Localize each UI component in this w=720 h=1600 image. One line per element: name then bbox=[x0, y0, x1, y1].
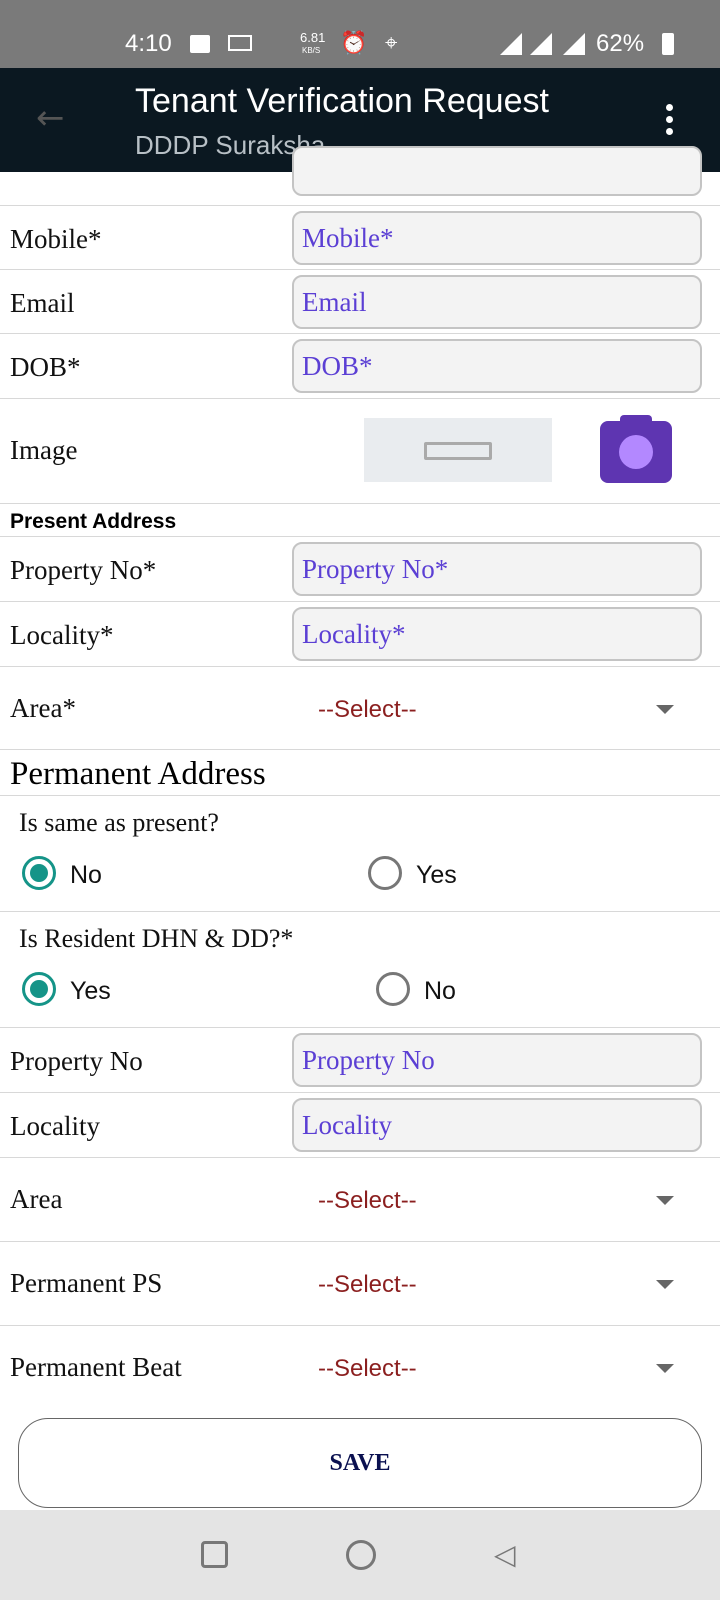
overflow-menu-icon[interactable] bbox=[666, 104, 674, 140]
permanent-property-label: Property No bbox=[10, 1046, 143, 1076]
save-button[interactable]: SAVE bbox=[18, 1418, 702, 1508]
permanent-ps-select[interactable]: --Select-- bbox=[318, 1271, 417, 1299]
same-as-present-question: Is same as present? bbox=[19, 808, 219, 837]
permanent-beat-row[interactable]: Permanent Beat --Select-- bbox=[0, 1326, 720, 1410]
location-icon: ⌖ bbox=[385, 30, 398, 55]
home-icon[interactable] bbox=[346, 1540, 376, 1570]
image-row: Image bbox=[0, 399, 720, 504]
net-speed-unit: KB/S bbox=[302, 46, 321, 55]
signal-icon bbox=[530, 33, 552, 55]
permanent-area-select[interactable]: --Select-- bbox=[318, 1187, 417, 1215]
email-label: Email bbox=[10, 288, 75, 318]
image-label: Image bbox=[10, 435, 78, 465]
radio-same-yes-label[interactable]: Yes bbox=[416, 861, 457, 890]
dropdown-caret-icon bbox=[656, 1364, 674, 1373]
mobile-label: Mobile* bbox=[10, 224, 102, 254]
radio-resident-no[interactable] bbox=[376, 972, 410, 1006]
dropdown-caret-icon bbox=[656, 1196, 674, 1205]
image-placeholder-icon bbox=[424, 442, 492, 460]
dropdown-caret-icon bbox=[656, 1280, 674, 1289]
present-area-select[interactable]: --Select-- bbox=[318, 696, 417, 724]
present-property-row: Property No* Property No* bbox=[0, 537, 720, 602]
present-property-label: Property No* bbox=[10, 555, 157, 585]
present-property-input[interactable]: Property No* bbox=[292, 542, 702, 596]
laptop-icon bbox=[228, 35, 252, 51]
permanent-area-row[interactable]: Area --Select-- bbox=[0, 1158, 720, 1242]
present-locality-input[interactable]: Locality* bbox=[292, 607, 702, 661]
permanent-locality-label: Locality bbox=[10, 1111, 100, 1141]
back-arrow-icon[interactable]: ← bbox=[36, 98, 65, 138]
clock: 4:10 bbox=[125, 30, 172, 57]
recents-icon[interactable] bbox=[201, 1541, 228, 1568]
image-preview bbox=[364, 418, 552, 482]
email-row: Email Email bbox=[0, 270, 720, 334]
permanent-property-input[interactable]: Property No bbox=[292, 1033, 702, 1087]
back-icon[interactable]: ◁ bbox=[494, 1538, 516, 1571]
permanent-property-row: Property No Property No bbox=[0, 1028, 720, 1093]
partial-input[interactable] bbox=[292, 146, 702, 196]
radio-resident-yes[interactable] bbox=[22, 972, 56, 1006]
battery-icon bbox=[662, 33, 674, 55]
radio-same-yes[interactable] bbox=[368, 856, 402, 890]
signal-icon-2 bbox=[563, 33, 585, 55]
battery-percent: 62% bbox=[596, 30, 645, 57]
same-as-present-group: Is same as present? No Yes bbox=[0, 796, 720, 912]
mobile-input[interactable]: Mobile* bbox=[292, 211, 702, 265]
permanent-beat-select[interactable]: --Select-- bbox=[318, 1355, 417, 1383]
mobile-row: Mobile* Mobile* bbox=[0, 206, 720, 270]
system-nav-bar: ◁ bbox=[0, 1510, 720, 1600]
permanent-address-heading: Permanent Address bbox=[10, 756, 266, 792]
radio-same-no[interactable] bbox=[22, 856, 56, 890]
permanent-ps-label: Permanent PS bbox=[10, 1268, 163, 1298]
dob-row: DOB* DOB* bbox=[0, 334, 720, 399]
permanent-area-label: Area bbox=[10, 1184, 63, 1214]
wifi-icon bbox=[500, 33, 522, 55]
status-bar: 4:10 6.81 KB/S ⏰ ⌖ 62% bbox=[0, 0, 720, 68]
page-title: Tenant Verification Request bbox=[135, 82, 549, 120]
radio-same-no-label[interactable]: No bbox=[70, 861, 102, 890]
present-area-row[interactable]: Area* --Select-- bbox=[0, 667, 720, 750]
permanent-beat-label: Permanent Beat bbox=[10, 1352, 182, 1382]
gallery-icon bbox=[190, 35, 210, 53]
permanent-ps-row[interactable]: Permanent PS --Select-- bbox=[0, 1242, 720, 1326]
net-speed: 6.81 bbox=[300, 30, 326, 45]
permanent-locality-row: Locality Locality bbox=[0, 1093, 720, 1158]
partial-row bbox=[0, 146, 720, 206]
dob-input[interactable]: DOB* bbox=[292, 339, 702, 393]
present-locality-label: Locality* bbox=[10, 620, 114, 650]
present-address-heading: Present Address bbox=[10, 510, 177, 533]
resident-question: Is Resident DHN & DD?* bbox=[19, 924, 294, 953]
dropdown-caret-icon bbox=[656, 705, 674, 714]
present-address-header: Present Address bbox=[0, 504, 720, 537]
radio-resident-no-label[interactable]: No bbox=[424, 977, 456, 1006]
email-input[interactable]: Email bbox=[292, 275, 702, 329]
resident-group: Is Resident DHN & DD?* Yes No bbox=[0, 912, 720, 1028]
present-locality-row: Locality* Locality* bbox=[0, 602, 720, 667]
camera-icon[interactable] bbox=[600, 415, 672, 483]
present-area-label: Area* bbox=[10, 693, 76, 723]
radio-resident-yes-label[interactable]: Yes bbox=[70, 977, 111, 1006]
alarm-icon: ⏰ bbox=[340, 30, 368, 55]
permanent-locality-input[interactable]: Locality bbox=[292, 1098, 702, 1152]
dob-label: DOB* bbox=[10, 352, 81, 382]
permanent-address-header: Permanent Address bbox=[0, 750, 720, 796]
